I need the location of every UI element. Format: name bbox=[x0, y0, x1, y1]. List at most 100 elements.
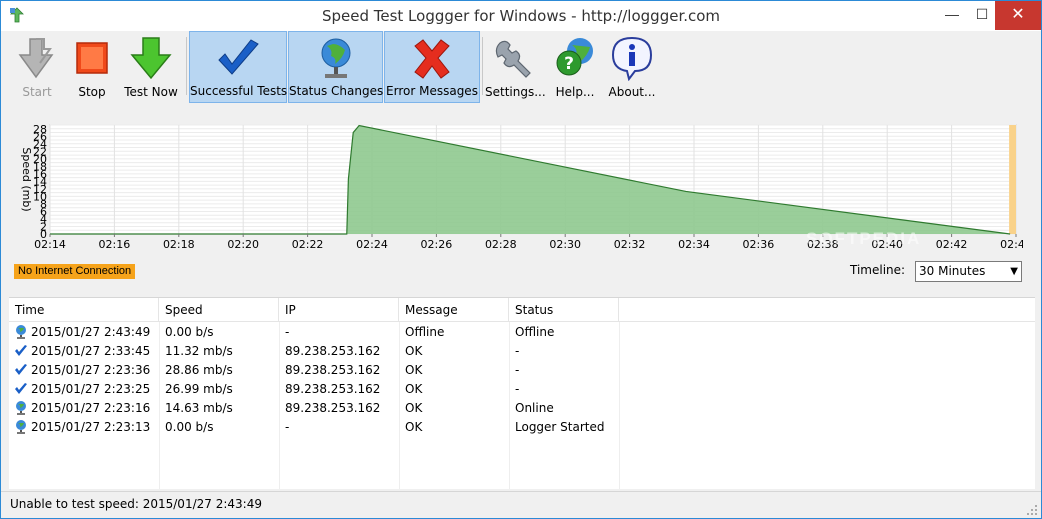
table-row[interactable]: 2015/01/27 2:23:36 28.86 mb/s 89.238.253.1… bbox=[9, 361, 1035, 380]
error-messages-toggle[interactable]: Error Messages bbox=[384, 31, 480, 103]
checkmark-icon bbox=[218, 39, 259, 75]
cell-time: 2015/01/27 2:23:16 bbox=[31, 401, 151, 415]
about-label: About... bbox=[608, 85, 656, 99]
test-now-label: Test Now bbox=[124, 85, 178, 99]
cell-speed: 0.00 b/s bbox=[165, 325, 214, 339]
watermark: SOFTPEDIA bbox=[806, 229, 922, 248]
cell-status: - bbox=[515, 344, 520, 358]
globe-network-icon bbox=[321, 38, 350, 78]
toolbar-separator bbox=[482, 37, 483, 95]
cell-speed: 14.63 mb/s bbox=[165, 401, 233, 415]
table-header: Time Speed IP Message Status bbox=[9, 298, 1035, 322]
y-axis-label: Speed (mb) bbox=[20, 147, 33, 211]
current-time-band bbox=[1009, 125, 1016, 234]
toolbar: Start Stop Test Now Successful Tests Sta… bbox=[1, 31, 1041, 103]
check-icon bbox=[15, 364, 27, 375]
check-icon bbox=[15, 345, 27, 356]
table-row[interactable]: 2015/01/27 2:23:25 26.99 mb/s 89.238.253.1… bbox=[9, 380, 1035, 399]
about-button[interactable]: About... bbox=[604, 31, 660, 103]
settings-button[interactable]: Settings... bbox=[485, 31, 546, 103]
column-header-message[interactable]: Message bbox=[399, 298, 509, 322]
y-tick-label: 28 bbox=[33, 123, 47, 136]
cell-speed: 11.32 mb/s bbox=[165, 344, 233, 358]
cell-status: Online bbox=[515, 401, 554, 415]
status-changes-toggle[interactable]: Status Changes bbox=[288, 31, 383, 103]
app-window: Speed Test Loggger for Windows - http://… bbox=[0, 0, 1042, 519]
x-tick-label: 02:14 bbox=[34, 238, 66, 251]
cell-time: 2015/01/27 2:43:49 bbox=[31, 325, 151, 339]
cell-message: OK bbox=[405, 420, 423, 434]
check-icon bbox=[15, 383, 27, 394]
cell-ip: - bbox=[285, 420, 290, 434]
x-tick-label: 02:18 bbox=[163, 238, 195, 251]
resize-grip-icon[interactable] bbox=[1027, 505, 1037, 515]
cell-message: Offline bbox=[405, 325, 445, 339]
timeline-value: 30 Minutes bbox=[919, 264, 986, 278]
cell-status: - bbox=[515, 363, 520, 377]
cell-ip: 89.238.253.162 bbox=[285, 382, 381, 396]
start-button[interactable]: Start bbox=[9, 31, 65, 103]
cell-status: Offline bbox=[515, 325, 555, 339]
timeline-select[interactable]: 30 Minutes ▼ bbox=[915, 261, 1022, 282]
cell-message: OK bbox=[405, 363, 423, 377]
table-row[interactable]: 2015/01/27 2:33:45 11.32 mb/s 89.238.253.1… bbox=[9, 342, 1035, 361]
successful-tests-toggle[interactable]: Successful Tests bbox=[189, 31, 287, 103]
error-x-icon bbox=[414, 39, 450, 79]
globe-icon bbox=[16, 325, 26, 339]
table-row[interactable]: 2015/01/27 2:23:13 0.00 b/s - OK Logger Star… bbox=[9, 418, 1035, 437]
start-arrow-icon bbox=[18, 38, 54, 79]
test-now-arrow-icon bbox=[130, 37, 172, 80]
status-bar-text: Unable to test speed: 2015/01/27 2:43:49 bbox=[10, 497, 262, 511]
chevron-down-icon: ▼ bbox=[1010, 266, 1018, 277]
table-row[interactable]: 2015/01/27 2:23:16 14.63 mb/s 89.238.253.1… bbox=[9, 399, 1035, 418]
connection-status-badge: No Internet Connection bbox=[14, 264, 136, 279]
cell-speed: 28.86 mb/s bbox=[165, 363, 233, 377]
cell-ip: - bbox=[285, 325, 290, 339]
cell-message: OK bbox=[405, 344, 423, 358]
stop-label: Stop bbox=[78, 85, 106, 99]
table-row[interactable]: 2015/01/27 2:43:49 0.00 b/s - Offline Offlin… bbox=[9, 323, 1035, 342]
start-label: Start bbox=[22, 85, 52, 99]
column-header-status[interactable]: Status bbox=[509, 298, 619, 322]
cell-ip: 89.238.253.162 bbox=[285, 363, 381, 377]
stop-square-icon bbox=[76, 42, 108, 74]
window-title: Speed Test Loggger for Windows - http://… bbox=[321, 7, 721, 25]
results-table: Time Speed IP Message Status 2015/01/27 … bbox=[9, 297, 1035, 489]
globe-icon bbox=[16, 401, 26, 415]
test-now-button[interactable]: Test Now bbox=[119, 31, 183, 103]
globe-icon bbox=[16, 420, 26, 434]
cell-time: 2015/01/27 2:23:25 bbox=[31, 382, 151, 396]
status-bar: Unable to test speed: 2015/01/27 2:43:49 bbox=[1, 491, 1041, 518]
column-header-time[interactable]: Time bbox=[9, 298, 159, 322]
cell-ip: 89.238.253.162 bbox=[285, 401, 381, 415]
cell-time: 2015/01/27 2:23:13 bbox=[31, 420, 151, 434]
status-changes-label: Status Changes bbox=[289, 84, 384, 98]
minimize-button[interactable]: — bbox=[936, 1, 968, 30]
cell-status: - bbox=[515, 382, 520, 396]
help-globe-icon: ? bbox=[556, 38, 593, 76]
x-tick-label: 02:42 bbox=[936, 238, 968, 251]
x-tick-label: 02:26 bbox=[421, 238, 453, 251]
help-label: Help... bbox=[555, 85, 595, 99]
svg-text:?: ? bbox=[564, 54, 574, 74]
x-tick-label: 02:20 bbox=[227, 238, 259, 251]
settings-label: Settings... bbox=[485, 85, 546, 99]
cell-status: Logger Started bbox=[515, 420, 605, 434]
x-tick-label: 02:16 bbox=[99, 238, 131, 251]
cell-message: OK bbox=[405, 401, 423, 415]
wrench-icon bbox=[495, 40, 531, 78]
x-tick-label: 02:24 bbox=[356, 238, 388, 251]
column-header-speed[interactable]: Speed bbox=[159, 298, 279, 322]
title-bar: Speed Test Loggger for Windows - http://… bbox=[1, 1, 1041, 31]
column-header-ip[interactable]: IP bbox=[279, 298, 399, 322]
toolbar-separator bbox=[186, 37, 187, 95]
x-tick-label: 02:36 bbox=[743, 238, 775, 251]
error-messages-label: Error Messages bbox=[386, 84, 478, 98]
help-button[interactable]: ? Help... bbox=[547, 31, 603, 103]
maximize-button[interactable]: ☐ bbox=[966, 1, 998, 30]
stop-button[interactable]: Stop bbox=[65, 31, 119, 103]
x-tick-label: 02:22 bbox=[292, 238, 324, 251]
x-tick-label: 02:32 bbox=[614, 238, 646, 251]
close-button[interactable]: ✕ bbox=[995, 1, 1041, 30]
cell-message: OK bbox=[405, 382, 423, 396]
